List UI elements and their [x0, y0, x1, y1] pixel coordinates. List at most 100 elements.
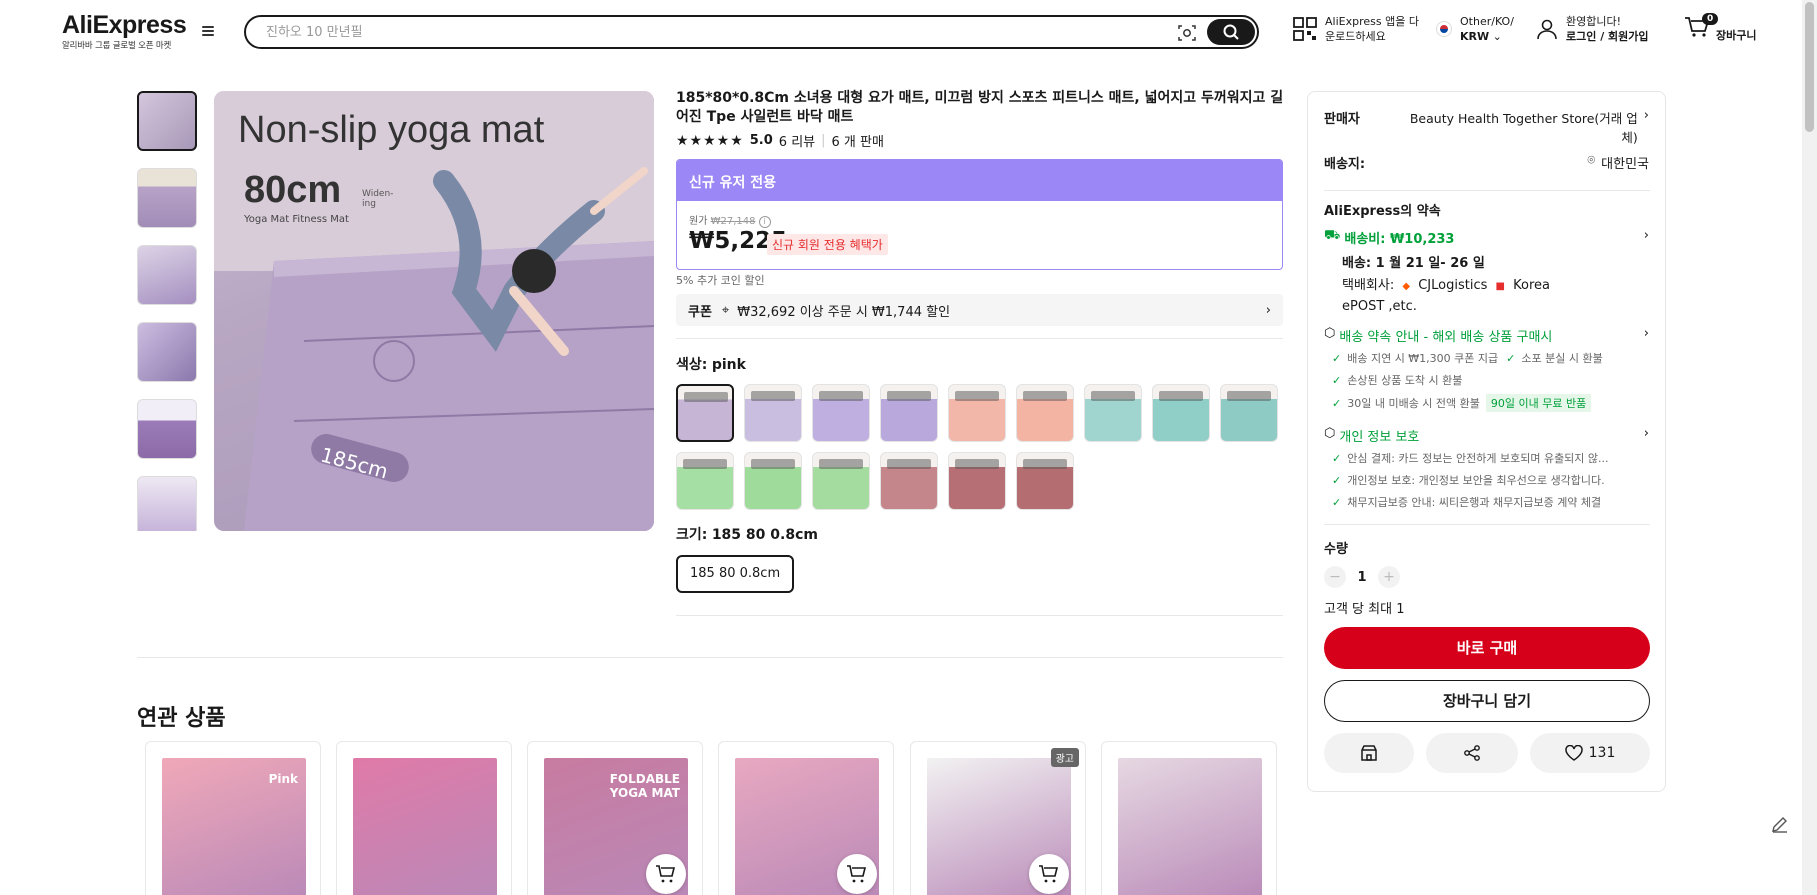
site-header: AliExpress 알리바바 그룹 글로벌 오픈 마켓 AliExpress … [0, 0, 1817, 64]
privacy-list: ✓ 안심 결제: 카드 정보는 안전하게 보호되며 유출되지 않... ✓ 개인정보… [1332, 450, 1649, 516]
edit-feedback-icon[interactable] [1768, 812, 1792, 836]
logo-subtitle: 알리바바 그룹 글로벌 오픈 마켓 [62, 41, 172, 51]
thumbnail-3[interactable] [137, 245, 197, 305]
check-icon: ✓ [1332, 495, 1342, 509]
related-product-image [1118, 758, 1262, 895]
rating-value: 5.0 [749, 133, 773, 148]
quantity-label: 수량 [1324, 542, 1348, 557]
size-label: 크기: [676, 527, 708, 543]
account-menu[interactable]: 환영합니다! 로그인 / 회원가입 [1536, 14, 1649, 44]
color-swatch[interactable] [880, 384, 938, 442]
new-member-badge: 신규 회원 전용 혜택가 [767, 234, 888, 255]
coupon-row[interactable]: 쿠폰 ⌖ ₩32,692 이상 주문 시 ₩1,744 할인 › [676, 294, 1283, 326]
color-swatch[interactable] [1152, 384, 1210, 442]
scrollbar-thumb[interactable] [1805, 2, 1814, 132]
thumbnail-list [137, 91, 199, 531]
swatch-label-strip [887, 391, 931, 401]
currency-label: KRW [1460, 30, 1490, 43]
carrier-korea: Korea [1513, 278, 1550, 293]
price-box: 신규 유저 전용 원가 ₩27,148 i ₩5,225 신규 회원 전용 혜택… [676, 159, 1283, 270]
coupon-label: 쿠폰 [688, 304, 712, 320]
search-input[interactable] [266, 17, 1146, 47]
share-button[interactable] [1426, 733, 1518, 773]
check-icon: ✓ [1332, 351, 1342, 365]
download-app-link[interactable]: AliExpress 앱을 다 운로드하세요 [1293, 14, 1419, 44]
main-product-image[interactable]: Non-slip yoga mat 80cm Widen-ing Yoga Ma… [214, 91, 654, 531]
page-scrollbar[interactable] [1802, 0, 1817, 895]
swatch-label-strip [1091, 391, 1135, 401]
privacy-link[interactable]: ⬡ 개인 정보 보호 › [1324, 426, 1649, 445]
related-product-card[interactable]: Pink [145, 741, 321, 895]
related-product-card[interactable] [718, 741, 894, 895]
coin-discount: 5% 추가 코인 할인 [676, 274, 765, 287]
quantity-value[interactable]: 1 [1346, 570, 1378, 585]
store-button[interactable] [1324, 733, 1414, 773]
color-swatch[interactable] [676, 452, 734, 510]
chevron-right-icon: › [1265, 302, 1271, 318]
thumbnail-6[interactable] [137, 476, 197, 531]
korea-post-logo-icon: ■ [1495, 281, 1505, 292]
increase-qty-button[interactable]: + [1378, 566, 1400, 588]
color-swatch[interactable] [880, 452, 938, 510]
aliexpress-logo[interactable]: AliExpress 알리바바 그룹 글로벌 오픈 마켓 [62, 12, 187, 51]
size-option-button[interactable]: 185 80 0.8cm [676, 555, 795, 593]
info-icon[interactable]: i [758, 216, 771, 228]
seller-name: Beauty Health Together Store(거래 업체) [1409, 111, 1638, 145]
color-swatch[interactable] [948, 452, 1006, 510]
privacy-item: 개인정보 보호: 개인정보 보안을 최우선으로 생각합니다. [1347, 474, 1605, 487]
color-label-row: 색상: pink [676, 354, 746, 374]
delivery-date: 배송: 1 월 21 일- 26 일 [1342, 256, 1485, 271]
region-currency-selector[interactable]: Other/KO/ KRW ⌄ [1436, 14, 1514, 44]
thumbnail-5[interactable] [137, 399, 197, 459]
thumbnail-4[interactable] [137, 322, 197, 382]
swatch-label-strip [1159, 391, 1203, 401]
related-product-card[interactable] [1101, 741, 1277, 895]
related-products-title: 연관 상품 [137, 706, 226, 731]
add-to-cart-icon[interactable] [1029, 854, 1069, 894]
decrease-qty-button[interactable]: − [1324, 566, 1346, 588]
divider [676, 615, 1283, 616]
delivery-promise-link[interactable]: ⬡ 배송 약속 안내 - 해외 배송 상품 구매시 › [1324, 326, 1649, 345]
related-product-card[interactable]: FOLDABLE YOGA MAT [527, 741, 703, 895]
thumbnail-2[interactable] [137, 168, 197, 228]
review-count[interactable]: 6 리뷰 [779, 131, 815, 150]
search-button[interactable] [1207, 19, 1255, 45]
seller-row[interactable]: 판매자 Beauty Health Together Store(거래 업체) … [1324, 108, 1649, 146]
wishlist-count: 131 [1588, 745, 1616, 761]
buy-now-button[interactable]: 바로 구매 [1324, 627, 1650, 669]
separator: | [821, 133, 826, 148]
add-to-cart-button[interactable]: 장바구니 담기 [1324, 680, 1650, 722]
color-swatch[interactable] [812, 452, 870, 510]
color-swatch[interactable] [744, 384, 802, 442]
thumbnail-1[interactable] [137, 91, 197, 151]
color-swatch[interactable] [1084, 384, 1142, 442]
shipping-fee-row[interactable]: ⛟ 배송비: ₩10,233 › [1324, 228, 1649, 247]
color-swatch[interactable] [1016, 452, 1074, 510]
color-swatch[interactable] [1220, 384, 1278, 442]
ad-badge: 광고 [1050, 748, 1079, 767]
image-search-icon[interactable] [1177, 23, 1197, 43]
coupon-text: ₩32,692 이상 주문 시 ₩1,744 할인 [737, 304, 951, 320]
chevron-down-icon: ⌄ [1492, 30, 1502, 43]
swatch-label-strip [1023, 391, 1067, 401]
chevron-right-icon: › [1643, 228, 1649, 243]
cart-link[interactable]: 0 장바구니 [1684, 12, 1756, 43]
ship-to-row[interactable]: 배송지: ⌾ 대한민국 [1324, 153, 1649, 172]
related-product-card[interactable]: 광고 [910, 741, 1086, 895]
color-swatch[interactable] [1016, 384, 1074, 442]
hamburger-menu-icon[interactable] [200, 24, 216, 40]
add-to-cart-icon[interactable] [646, 854, 686, 894]
carrier-label: 택배회사: [1342, 278, 1395, 293]
wishlist-button[interactable]: 131 [1530, 733, 1650, 773]
add-to-cart-icon[interactable] [837, 854, 877, 894]
color-swatch[interactable] [948, 384, 1006, 442]
related-product-image-text: Pink [268, 772, 298, 786]
related-product-card[interactable] [336, 741, 512, 895]
ship-to-label: 배송지: [1324, 157, 1366, 172]
color-swatch[interactable] [676, 384, 734, 442]
truck-icon: ⛟ [1324, 228, 1341, 243]
color-swatch[interactable] [744, 452, 802, 510]
yoga-mat-illustration [214, 91, 654, 531]
overlay-title: Non-slip yoga mat [238, 109, 545, 151]
color-swatch[interactable] [812, 384, 870, 442]
